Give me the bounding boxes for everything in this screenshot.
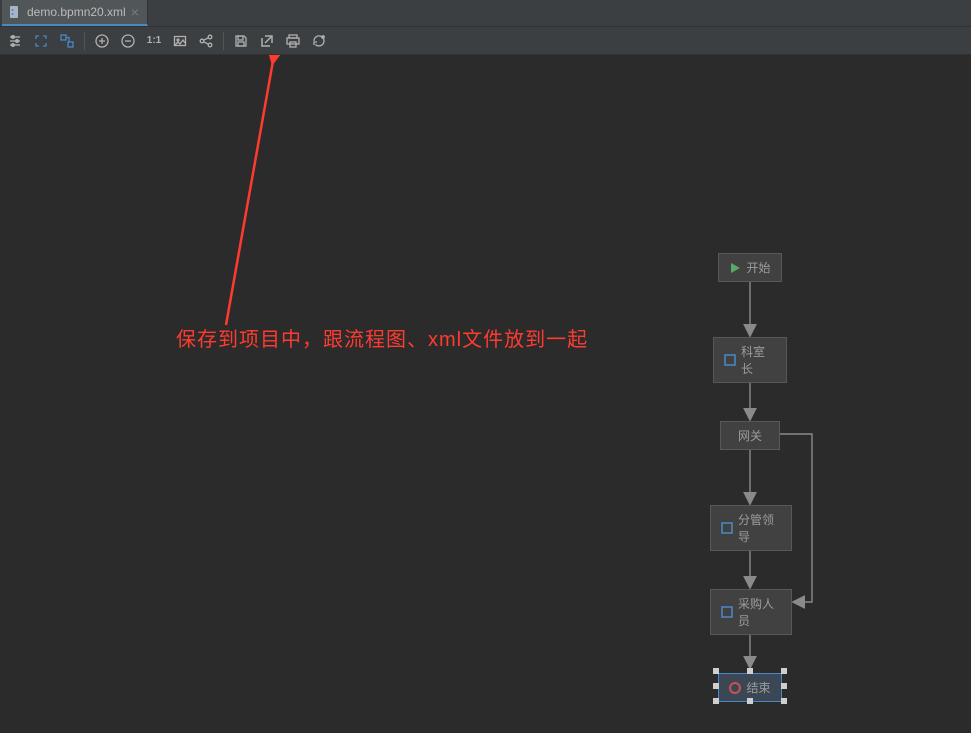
diagram-canvas[interactable]: 保存到项目中，跟流程图、xml文件放到一起 开始 科室长 网关 分管领导 采购人… xyxy=(0,55,971,733)
open-external-icon[interactable] xyxy=(256,30,278,52)
zoom-out-icon[interactable] xyxy=(117,30,139,52)
flow-node-keshi[interactable]: 科室长 xyxy=(713,337,787,383)
task-icon xyxy=(721,606,733,618)
selection-handle[interactable] xyxy=(713,668,719,674)
tab-filename: demo.bpmn20.xml xyxy=(27,5,126,19)
tab-bar: demo.bpmn20.xml × xyxy=(0,0,971,27)
actual-size-icon[interactable]: 1:1 xyxy=(143,30,165,52)
selection-handle[interactable] xyxy=(747,668,753,674)
selection-handle[interactable] xyxy=(713,698,719,704)
selection-handle[interactable] xyxy=(781,668,787,674)
close-tab-icon[interactable]: × xyxy=(131,5,139,19)
export-image-icon[interactable] xyxy=(169,30,191,52)
selection-handle[interactable] xyxy=(781,698,787,704)
selection-handle[interactable] xyxy=(781,683,787,689)
stop-icon xyxy=(729,682,741,694)
play-icon xyxy=(729,262,741,274)
separator xyxy=(84,32,85,50)
editor-toolbar: 1:1 xyxy=(0,27,971,55)
file-type-icon xyxy=(8,5,22,19)
task-icon xyxy=(724,354,736,366)
selection-handle[interactable] xyxy=(747,698,753,704)
node-label: 网关 xyxy=(738,427,762,444)
refresh-icon[interactable] xyxy=(308,30,330,52)
flow-node-start[interactable]: 开始 xyxy=(718,253,782,282)
editor-tab[interactable]: demo.bpmn20.xml × xyxy=(2,0,148,26)
node-label: 分管领导 xyxy=(738,511,781,545)
share-icon[interactable] xyxy=(195,30,217,52)
annotation-text: 保存到项目中，跟流程图、xml文件放到一起 xyxy=(176,327,588,353)
save-icon[interactable] xyxy=(230,30,252,52)
node-label: 采购人员 xyxy=(738,595,781,629)
flow-node-gateway[interactable]: 网关 xyxy=(720,421,780,450)
print-icon[interactable] xyxy=(282,30,304,52)
diagram-layout-icon[interactable] xyxy=(56,30,78,52)
fit-icon[interactable] xyxy=(30,30,52,52)
settings-icon[interactable] xyxy=(4,30,26,52)
selection-handle[interactable] xyxy=(713,683,719,689)
node-label: 结束 xyxy=(746,679,770,696)
task-icon xyxy=(721,522,733,534)
node-label: 科室长 xyxy=(741,343,776,377)
zoom-in-icon[interactable] xyxy=(91,30,113,52)
flow-edges xyxy=(0,55,971,733)
node-label: 开始 xyxy=(746,259,770,276)
flow-node-caigou[interactable]: 采购人员 xyxy=(710,589,792,635)
separator xyxy=(223,32,224,50)
flow-node-fenguan[interactable]: 分管领导 xyxy=(710,505,792,551)
